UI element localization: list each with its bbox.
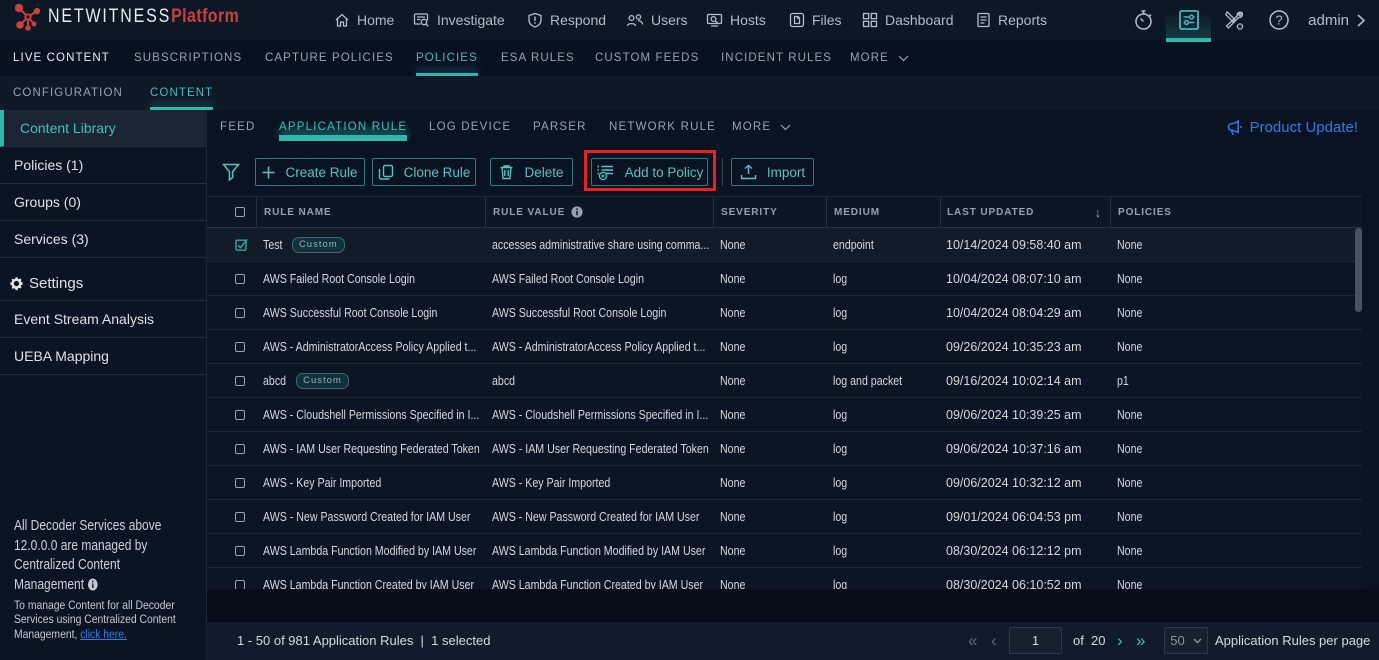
svg-text:?: ? — [1275, 13, 1282, 28]
